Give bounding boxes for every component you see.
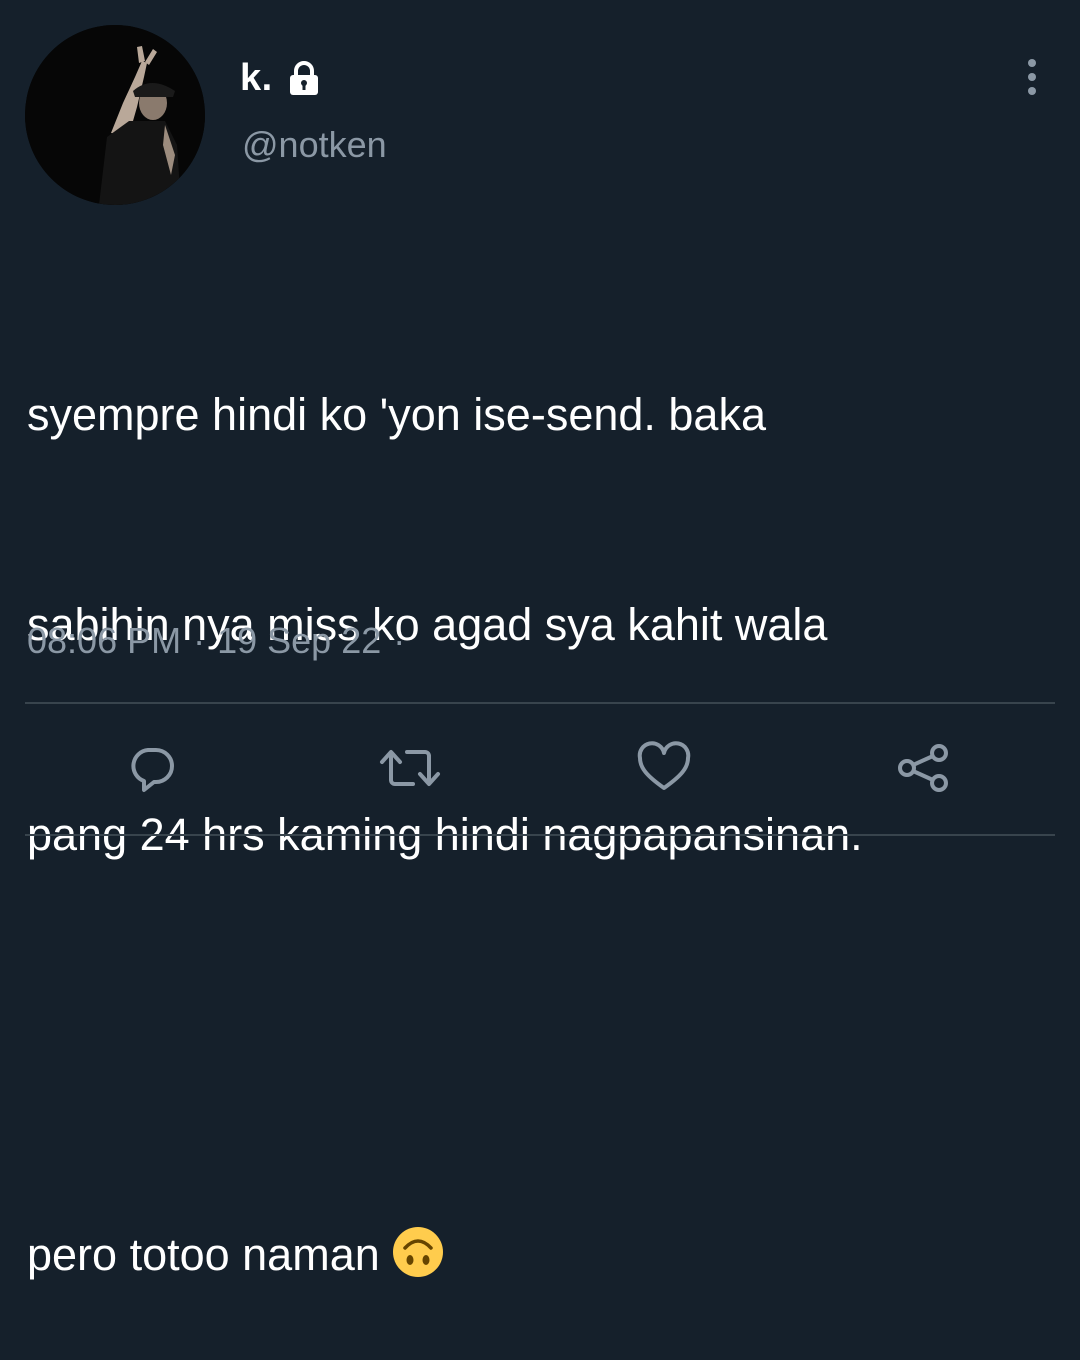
more-vertical-icon[interactable] <box>1012 55 1052 99</box>
meta-separator: · <box>193 620 206 661</box>
divider-top <box>25 702 1055 704</box>
lock-icon <box>285 59 323 97</box>
handle[interactable]: @notken <box>242 124 387 166</box>
tweet-text-line <box>27 1010 1057 1080</box>
display-name[interactable]: k. <box>240 57 273 100</box>
tweet-date[interactable]: 19 Sep 22 <box>217 620 381 662</box>
tweet-meta: 08:06 PM · 19 Sep 22 · <box>27 620 417 662</box>
retweet-icon <box>379 740 441 801</box>
divider-bottom <box>25 834 1055 836</box>
tweet-time[interactable]: 08:06 PM <box>27 620 181 662</box>
share-button[interactable] <box>890 738 954 802</box>
reply-button[interactable] <box>120 738 184 802</box>
retweet-button[interactable] <box>378 738 442 802</box>
tweet-text-line: syempre hindi ko 'yon ise-send. baka <box>27 389 766 440</box>
heart-icon <box>635 740 693 801</box>
upside-down-face-emoji <box>392 1226 444 1278</box>
reply-icon <box>124 740 180 801</box>
author-name-row: k. <box>240 52 323 104</box>
share-icon <box>893 740 951 801</box>
like-button[interactable] <box>632 738 696 802</box>
meta-separator: · <box>393 620 406 661</box>
avatar[interactable] <box>25 25 205 205</box>
tweet-text-line-last: pero totoo naman <box>27 1220 1057 1290</box>
tweet-text-content: pero totoo naman <box>27 1229 380 1280</box>
avatar-photo <box>25 25 205 205</box>
